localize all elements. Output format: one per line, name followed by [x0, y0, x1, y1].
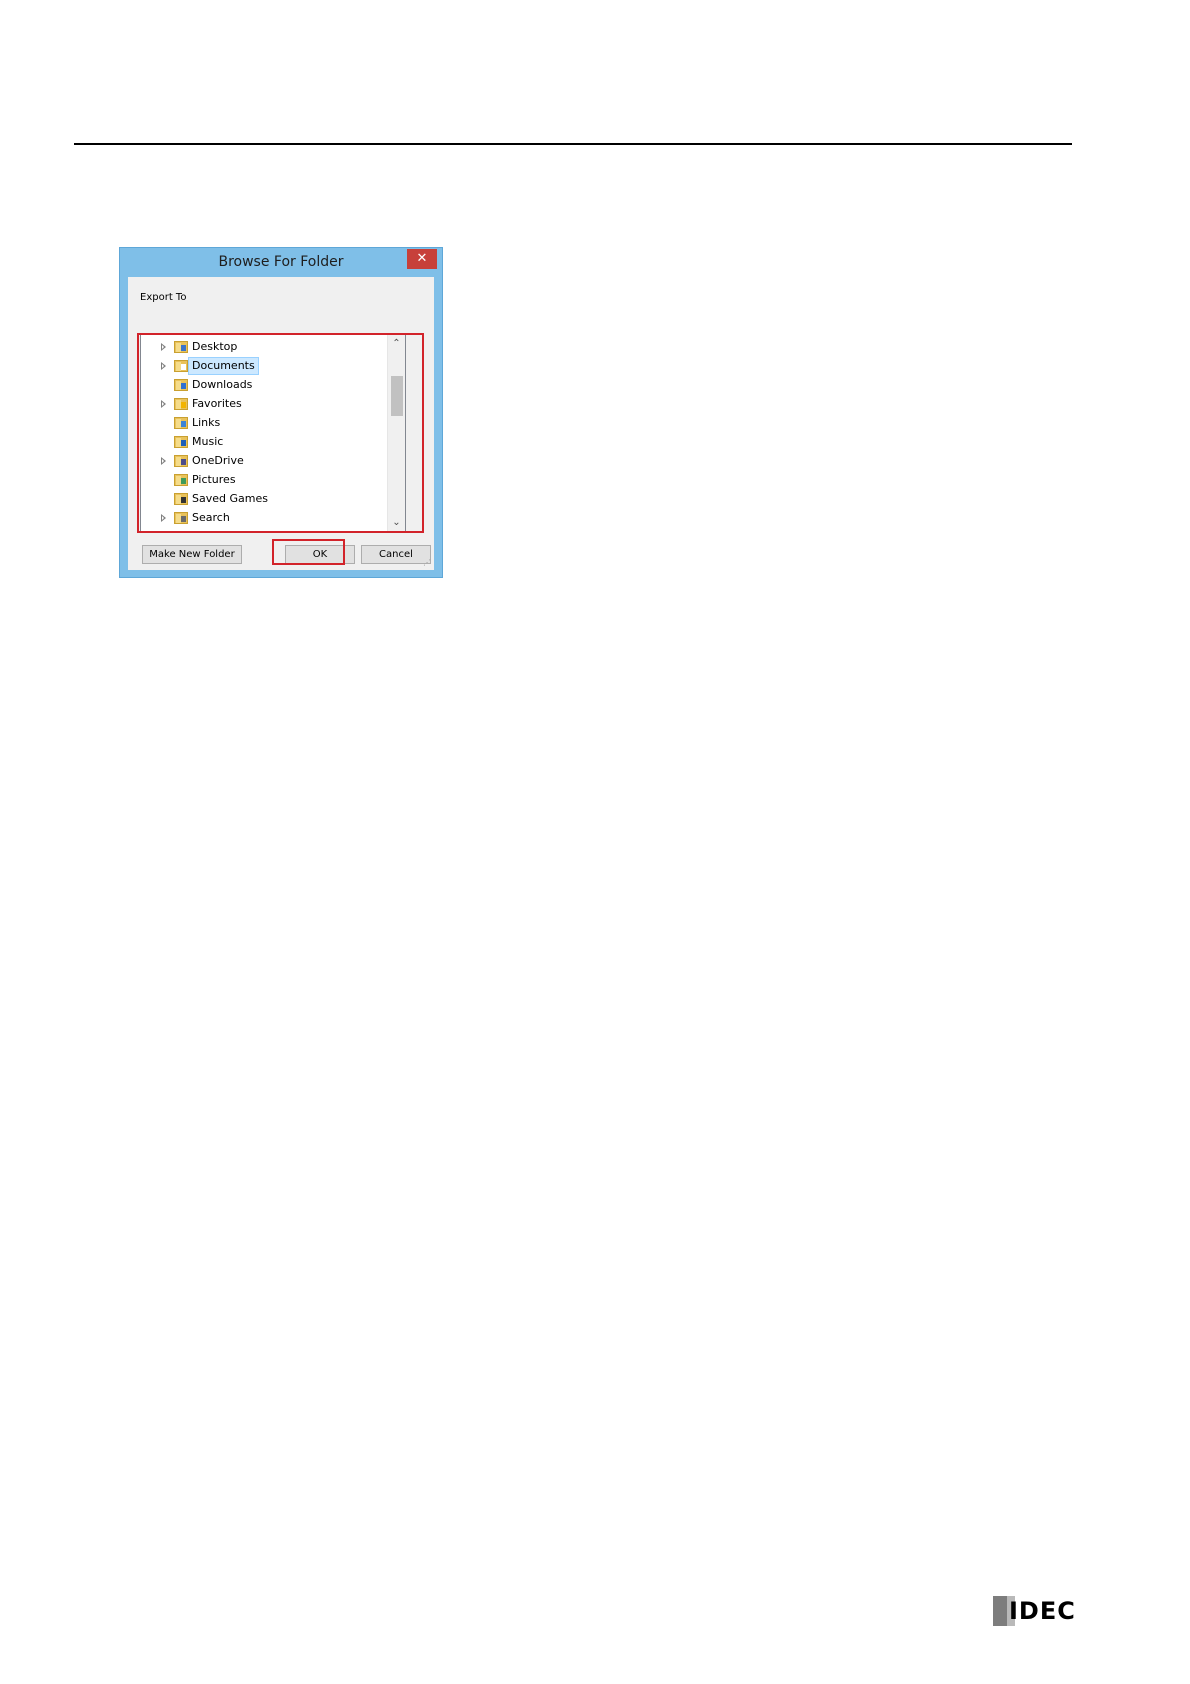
cancel-button[interactable]: Cancel	[361, 545, 431, 564]
dialog-description: Export To	[140, 292, 187, 303]
tree-highlight-box	[137, 333, 424, 533]
logo-text: IDEC	[1009, 1597, 1076, 1625]
resize-grip-icon[interactable]: ⋰	[423, 558, 431, 567]
close-button[interactable]: ✕	[407, 249, 437, 269]
idec-logo: IDEC	[993, 1596, 1081, 1626]
header-rule	[74, 143, 1072, 145]
logo-mark-icon	[993, 1596, 1015, 1626]
make-new-folder-button[interactable]: Make New Folder	[142, 545, 242, 564]
dialog-titlebar: Browse For Folder ✕	[120, 248, 442, 276]
ok-highlight-box	[272, 539, 345, 565]
dialog-title: Browse For Folder	[218, 254, 344, 270]
